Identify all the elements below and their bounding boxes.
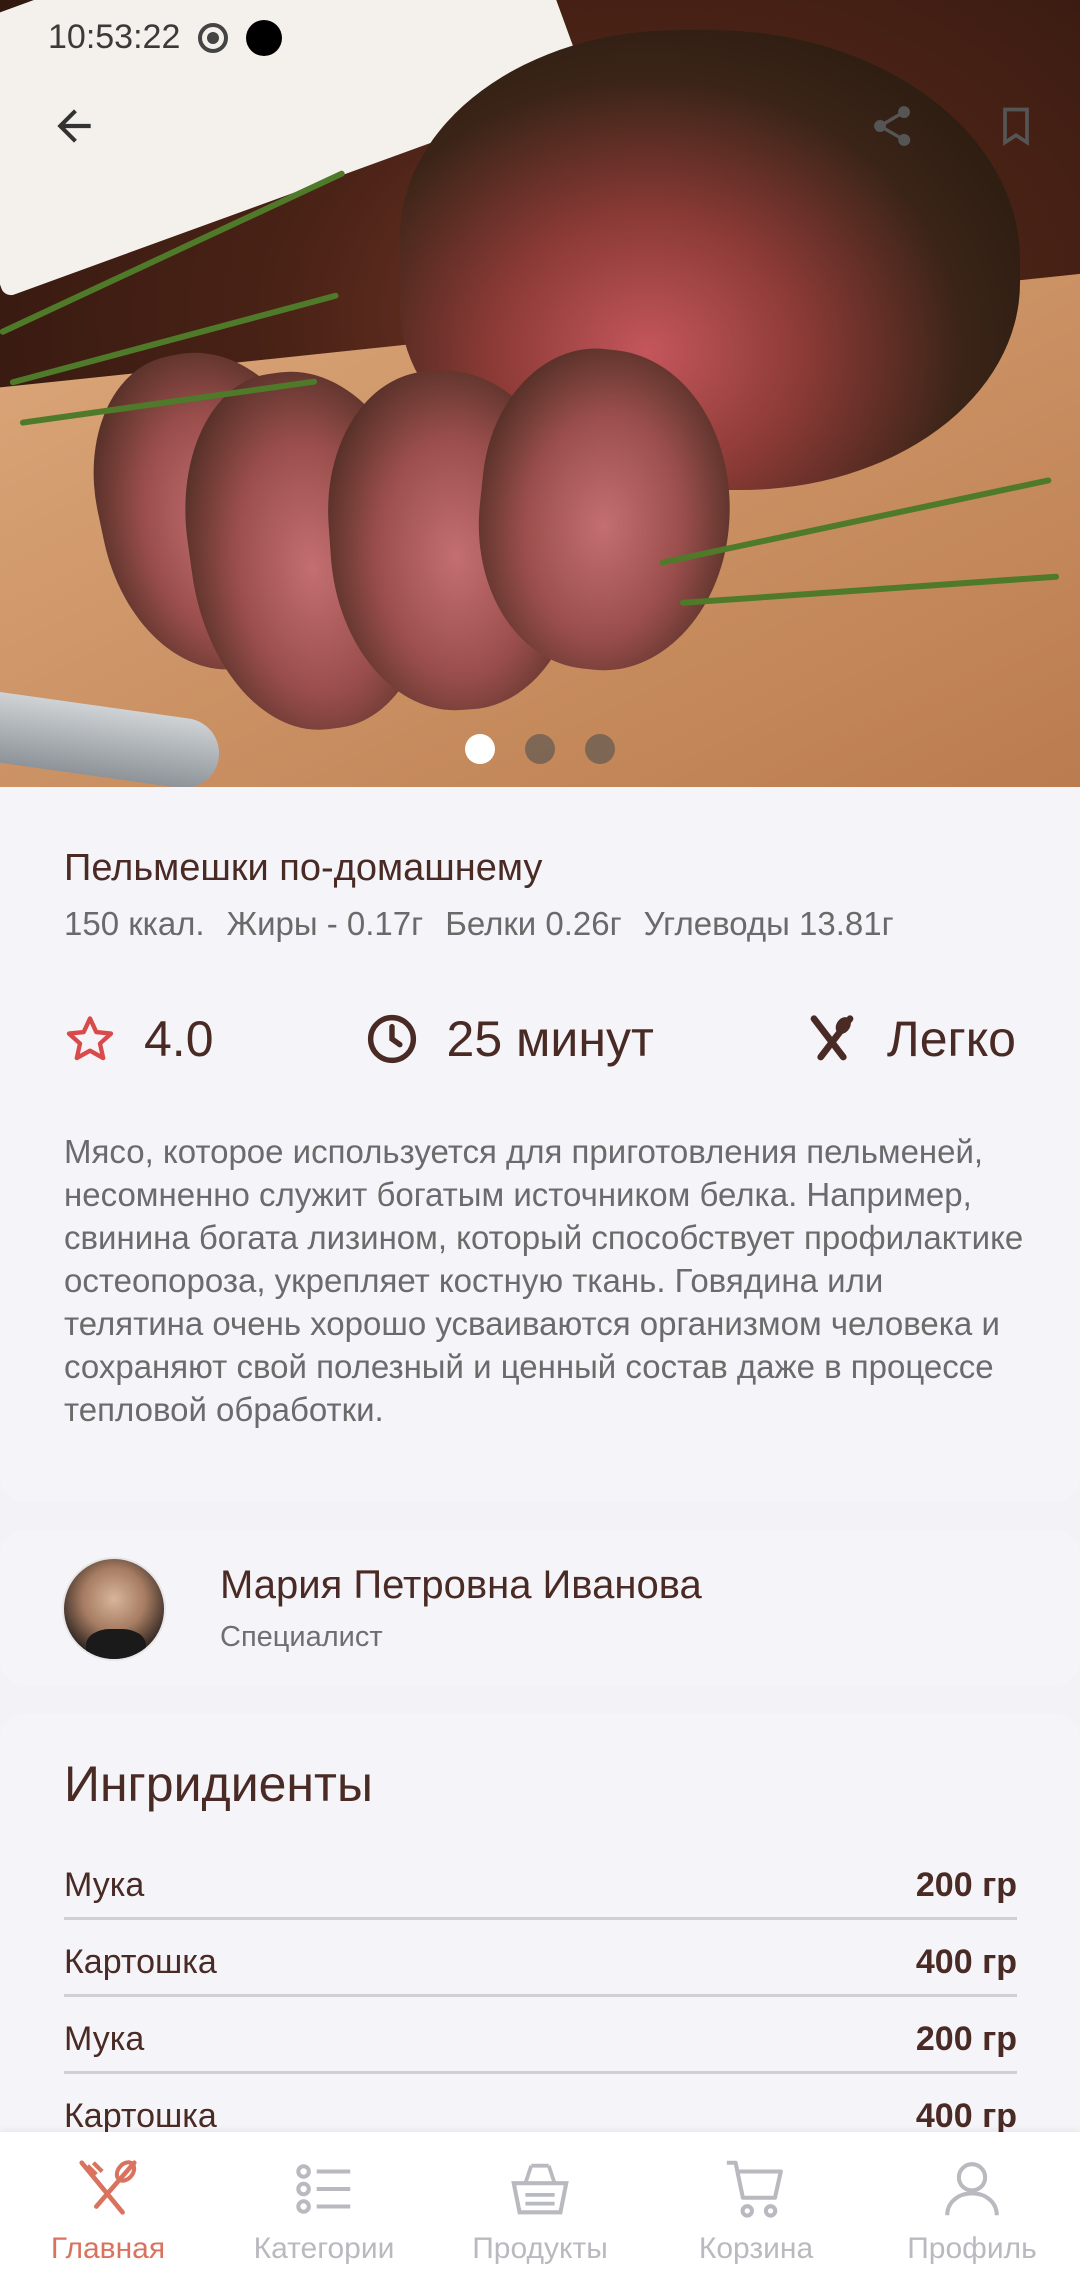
basket-icon [511,2163,569,2215]
difficulty-stat: Легко [805,1010,1016,1068]
ingredient-amount: 200 гр [915,1865,1017,1904]
utensils-icon [810,1015,854,1061]
ingredient-name: Картошка [64,2096,217,2135]
ingredients-list: Мука 200 гр Картошка 400 гр Мука 200 гр … [64,1843,1017,2151]
nav-item-cart[interactable]: Корзина [648,2132,864,2280]
proteins: Белки 0.26г [445,905,622,942]
bookmark-icon [1003,107,1029,146]
author-role: Специалист [220,1621,383,1653]
nav-item-home[interactable]: Главная [0,2132,216,2280]
ingredient-amount: 200 гр [915,2019,1017,2058]
nav-label: Профиль [907,2232,1037,2265]
nav-label: Продукты [472,2232,608,2265]
ingredient-row: Мука 200 гр [64,1997,1017,2074]
ingredients-title: Ингридиенты [64,1756,373,1812]
time-stat: 25 минут [365,1010,654,1068]
nav-label: Корзина [698,2232,814,2265]
ingredient-row: Мука 200 гр [64,1843,1017,1920]
avatar [62,1557,166,1661]
fats: Жиры - 0.17г [226,905,424,942]
camera-cutout [246,19,283,56]
rating-value: 4.0 [144,1011,214,1067]
nav-item-profile[interactable]: Профиль [864,2132,1080,2280]
list-icon [296,2164,351,2214]
author-name: Мария Петровна Иванова [220,1563,702,1607]
clock-icon [367,1014,416,1064]
recipe-info-card: Пельмешки по-домашнему 150 ккал. Жиры - … [0,787,1080,1502]
ingredient-name: Мука [64,1865,145,1904]
ingredient-row: Картошка 400 гр [64,1920,1017,1997]
rating-stat[interactable]: 4.0 [64,1010,214,1068]
recipe-stats: 4.0 25 минут Легко [64,1007,1016,1071]
ingredient-amount: 400 гр [915,1942,1017,1981]
time-value: 25 минут [446,1011,654,1067]
calories: 150 ккал. [64,905,205,942]
share-button[interactable] [862,96,922,156]
pager-dot[interactable] [465,734,495,764]
share-icon [874,106,911,146]
difficulty-value: Легко [886,1011,1016,1067]
carbs: Углеводы 13.81г [643,905,894,942]
arrow-left-icon [57,109,91,143]
author-card[interactable]: Мария Петровна Иванова Специалист [0,1530,1080,1685]
recipe-description: Мясо, которое используется для приготовл… [64,1133,1024,1428]
nav-item-categories[interactable]: Категории [216,2132,432,2280]
star-icon [66,1016,114,1061]
nav-item-products[interactable]: Продукты [432,2132,648,2280]
nutrition-info: 150 ккал. Жиры - 0.17г Белки 0.26г Углев… [64,905,894,943]
bookmark-button[interactable] [986,96,1046,156]
ingredient-name: Картошка [64,1942,217,1981]
nav-label: Категории [253,2232,395,2265]
nav-label: Главная [50,2232,166,2265]
recipe-hero-image[interactable]: 10:53:22 [0,0,1080,787]
image-pager[interactable] [0,734,1080,764]
bottom-navigation: Главная Категории Продукты Корзина Профи… [0,2132,1080,2280]
recipe-title: Пельмешки по-домашнему [64,847,543,889]
pager-dot[interactable] [525,734,555,764]
fork-knife-icon [79,2160,137,2215]
ingredient-amount: 400 гр [915,2096,1017,2135]
ingredient-name: Мука [64,2019,145,2058]
record-icon [198,22,229,53]
back-button[interactable] [44,96,104,156]
status-bar: 10:53:22 [48,18,283,57]
status-time: 10:53:22 [48,18,181,56]
cart-icon [726,2160,783,2218]
pager-dot[interactable] [585,734,615,764]
profile-icon [945,2162,999,2216]
